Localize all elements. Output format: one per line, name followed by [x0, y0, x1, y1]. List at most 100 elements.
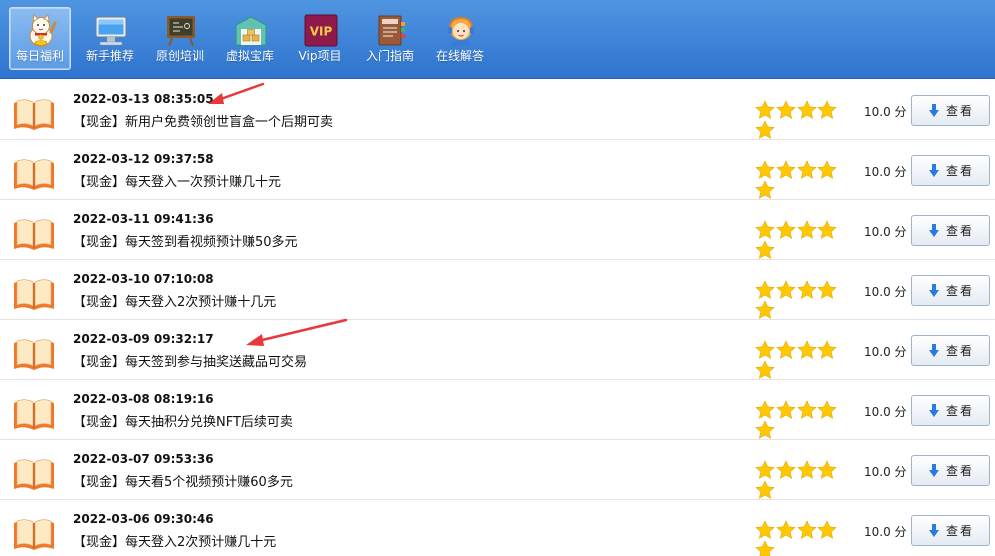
item-title[interactable]: 【现金】每天签到看视频预计赚50多元 [73, 234, 298, 251]
star-icon [755, 100, 775, 119]
item-title[interactable]: 【现金】每天抽积分兑换NFT后续可卖 [73, 414, 293, 431]
star-icon [796, 460, 817, 479]
item-title[interactable]: 【现金】每天登入2次预计赚几十元 [73, 534, 276, 551]
item-score: 10.0 分 [864, 465, 907, 479]
arrow-down-icon [929, 164, 939, 177]
arrow-down-icon [929, 524, 939, 537]
tab-label: 入门指南 [365, 49, 414, 63]
star-rating [755, 220, 858, 259]
tab-label: 虚拟宝库 [225, 49, 274, 63]
star-icon [796, 400, 817, 419]
view-button-label: 查看 [946, 164, 975, 178]
star-rating [755, 160, 858, 199]
star-icon [817, 160, 837, 179]
star-icon [755, 280, 775, 299]
view-button-label: 查看 [946, 464, 975, 478]
view-button[interactable]: 查看 [911, 95, 990, 126]
list-item: 2022-03-12 09:37:58 【现金】每天登入一次预计赚几十元 10.… [0, 140, 995, 200]
lucky-cat-icon [29, 14, 57, 47]
star-icon [796, 280, 817, 299]
item-score: 10.0 分 [864, 105, 907, 119]
tab-virtual-treasury[interactable]: 虚拟宝库 [219, 7, 281, 70]
star-icon [817, 280, 837, 299]
star-icon [755, 400, 775, 419]
star-icon [796, 160, 817, 179]
view-button[interactable]: 查看 [911, 395, 990, 426]
tab-label: 每日福利 [15, 49, 64, 63]
star-icon [755, 540, 775, 556]
list-item: 2022-03-09 09:32:17 【现金】每天签到参与抽奖送藏品可交易 1… [0, 320, 995, 380]
view-button[interactable]: 查看 [911, 515, 990, 546]
star-icon [817, 460, 837, 479]
list-item: 2022-03-07 09:53:36 【现金】每天看5个视频预计赚60多元 1… [0, 440, 995, 500]
star-icon [796, 340, 817, 359]
tab-vip-projects[interactable]: VIP Vip项目 [289, 7, 351, 70]
star-icon [755, 160, 775, 179]
star-icon [755, 520, 775, 539]
star-icon [776, 340, 796, 359]
star-icon [755, 420, 775, 439]
view-button[interactable]: 查看 [911, 275, 990, 306]
star-icon [817, 400, 837, 419]
item-date: 2022-03-13 08:35:05 [73, 92, 214, 106]
star-icon [796, 100, 817, 119]
open-book-icon [14, 219, 54, 250]
list-item: 2022-03-10 07:10:08 【现金】每天登入2次预计赚十几元 10.… [0, 260, 995, 320]
open-book-icon [14, 519, 54, 550]
star-icon [755, 480, 775, 499]
item-date: 2022-03-11 09:41:36 [73, 212, 214, 226]
item-score: 10.0 分 [864, 285, 907, 299]
view-button[interactable]: 查看 [911, 215, 990, 246]
star-icon [776, 220, 796, 239]
star-icon [755, 240, 775, 259]
star-icon [796, 220, 817, 239]
star-icon [755, 120, 775, 139]
tab-label: 新手推荐 [85, 49, 134, 63]
item-title[interactable]: 【现金】每天登入一次预计赚几十元 [73, 174, 281, 191]
item-date: 2022-03-12 09:37:58 [73, 152, 214, 166]
star-icon [817, 340, 837, 359]
tab-beginner-recommend[interactable]: 新手推荐 [79, 7, 141, 70]
view-button[interactable]: 查看 [911, 335, 990, 366]
support-agent-icon [448, 16, 474, 46]
tab-getting-started[interactable]: 入门指南 [359, 7, 421, 70]
view-button-label: 查看 [946, 104, 975, 118]
item-title[interactable]: 【现金】新用户免费领创世盲盒一个后期可卖 [73, 114, 333, 131]
view-button-label: 查看 [946, 224, 975, 238]
open-book-icon [14, 99, 54, 130]
star-icon [817, 520, 837, 539]
item-title[interactable]: 【现金】每天登入2次预计赚十几元 [73, 294, 276, 311]
arrow-down-icon [929, 104, 939, 117]
open-book-icon [14, 159, 54, 190]
item-title[interactable]: 【现金】每天签到参与抽奖送藏品可交易 [73, 354, 307, 371]
tab-daily-benefits[interactable]: 每日福利 [9, 7, 71, 70]
tab-label: 在线解答 [435, 49, 484, 63]
star-icon [755, 340, 775, 359]
view-button[interactable]: 查看 [911, 455, 990, 486]
item-title[interactable]: 【现金】每天看5个视频预计赚60多元 [73, 474, 293, 491]
top-toolbar: 每日福利 新手推荐 原创培训 虚拟宝库 VIP Vip项目 入门指南 在线解答 [0, 0, 995, 79]
item-score: 10.0 分 [864, 225, 907, 239]
warehouse-icon [235, 16, 267, 46]
tab-online-answers[interactable]: 在线解答 [429, 7, 491, 70]
vip-badge-text: VIP [310, 25, 333, 39]
blackboard-icon [167, 16, 195, 47]
item-date: 2022-03-08 08:19:16 [73, 392, 214, 406]
arrow-down-icon [929, 464, 939, 477]
tab-original-training[interactable]: 原创培训 [149, 7, 211, 70]
view-button-label: 查看 [946, 404, 975, 418]
star-icon [755, 360, 775, 379]
open-book-icon [14, 459, 54, 490]
item-score: 10.0 分 [864, 525, 907, 539]
arrow-down-icon [929, 344, 939, 357]
list-item: 2022-03-08 08:19:16 【现金】每天抽积分兑换NFT后续可卖 1… [0, 380, 995, 440]
view-button-label: 查看 [946, 344, 975, 358]
arrow-down-icon [929, 284, 939, 297]
vip-badge-icon: VIP [304, 14, 338, 47]
tab-label: 原创培训 [155, 49, 204, 63]
star-rating [755, 100, 858, 139]
star-rating [755, 280, 858, 319]
star-icon [755, 460, 775, 479]
view-button[interactable]: 查看 [911, 155, 990, 186]
arrow-down-icon [929, 224, 939, 237]
